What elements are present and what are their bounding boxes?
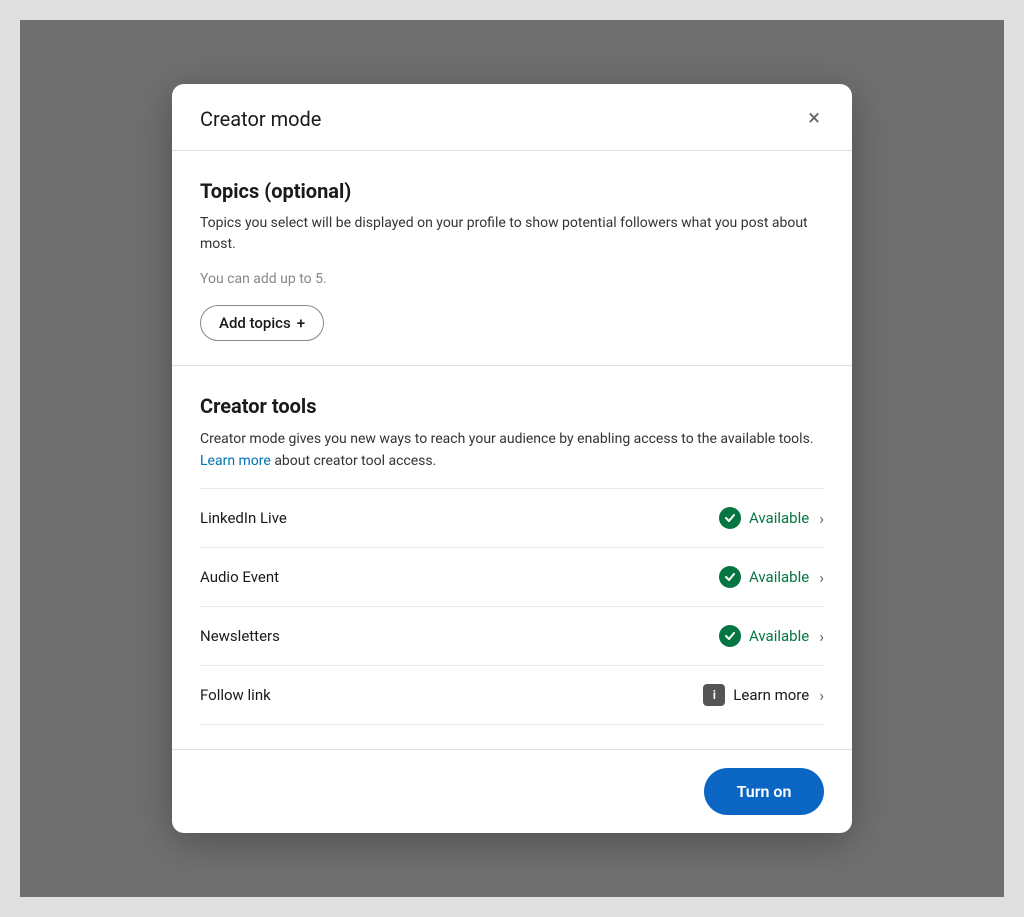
tool-status-follow-link: i Learn more › [703, 684, 824, 706]
modal-footer: Turn on [172, 749, 852, 833]
check-icon-linkedin-live [719, 507, 741, 529]
modal-body: Topics (optional) Topics you select will… [172, 151, 852, 750]
check-icon-newsletters [719, 625, 741, 647]
close-icon: × [808, 108, 820, 130]
tool-item-follow-link[interactable]: Follow link i Learn more › [200, 665, 824, 725]
chevron-icon-follow-link: › [819, 686, 824, 705]
topics-limit-text: You can add up to 5. [200, 271, 824, 287]
learn-more-link[interactable]: Learn more [200, 453, 271, 469]
topics-section-title: Topics (optional) [200, 179, 824, 203]
tool-item-newsletters[interactable]: Newsletters Available › [200, 606, 824, 665]
check-icon-audio-event [719, 566, 741, 588]
tool-status-audio-event: Available › [719, 566, 824, 588]
creator-tools-description: Creator mode gives you new ways to reach… [200, 428, 824, 473]
status-label-newsletters: Available [749, 627, 809, 645]
modal-container: Creator mode × Topics (optional) Topics … [172, 84, 852, 834]
chevron-icon-newsletters: › [819, 627, 824, 646]
tool-status-linkedin-live: Available › [719, 507, 824, 529]
status-label-linkedin-live: Available [749, 509, 809, 527]
tool-status-newsletters: Available › [719, 625, 824, 647]
creator-tools-desc-part2: about creator tool access. [274, 453, 436, 469]
tools-list: LinkedIn Live Available › [200, 488, 824, 725]
creator-tools-title: Creator tools [200, 394, 824, 418]
creator-tools-desc-part1: Creator mode gives you new ways to reach… [200, 431, 813, 447]
modal-overlay: Creator mode × Topics (optional) Topics … [20, 20, 1004, 897]
tool-name-newsletters: Newsletters [200, 627, 280, 645]
status-label-follow-link: Learn more [733, 686, 809, 704]
info-icon-follow-link: i [703, 684, 725, 706]
tool-name-follow-link: Follow link [200, 686, 271, 704]
modal-header: Creator mode × [172, 84, 852, 151]
topics-description: Topics you select will be displayed on y… [200, 213, 824, 255]
tool-name-audio-event: Audio Event [200, 568, 279, 586]
add-topics-plus-icon: + [297, 314, 305, 332]
topics-section: Topics (optional) Topics you select will… [172, 151, 852, 365]
modal-title: Creator mode [200, 107, 321, 131]
tool-item-audio-event[interactable]: Audio Event Available › [200, 547, 824, 606]
tool-item-linkedin-live[interactable]: LinkedIn Live Available › [200, 488, 824, 547]
add-topics-label: Add topics [219, 314, 291, 332]
chevron-icon-linkedin-live: › [819, 509, 824, 528]
creator-tools-section: Creator tools Creator mode gives you new… [172, 365, 852, 750]
close-button[interactable]: × [804, 104, 824, 134]
turn-on-button[interactable]: Turn on [704, 768, 824, 815]
chevron-icon-audio-event: › [819, 568, 824, 587]
status-label-audio-event: Available [749, 568, 809, 586]
add-topics-button[interactable]: Add topics + [200, 305, 324, 341]
tool-name-linkedin-live: LinkedIn Live [200, 509, 287, 527]
